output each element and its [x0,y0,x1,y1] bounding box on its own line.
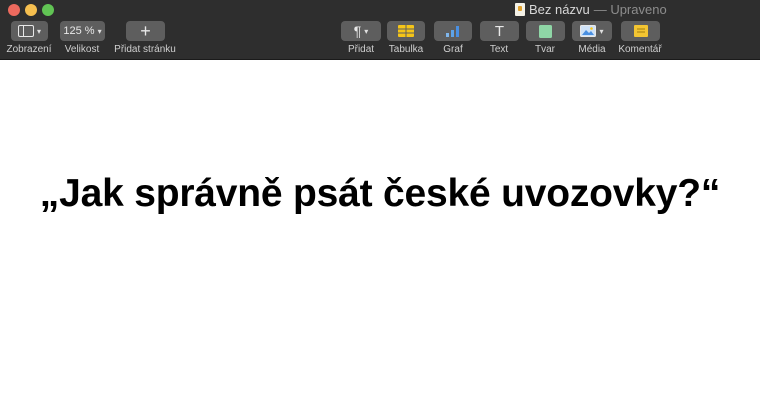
view-button[interactable]: ▾ [11,21,48,41]
bar-chart-icon [446,26,459,37]
document-name: Bez názvu [529,1,590,17]
comment-button[interactable] [621,21,660,41]
maximize-window-button[interactable] [42,4,54,16]
insert-button[interactable]: ¶ ▾ [341,21,381,41]
text-button[interactable]: T [480,21,519,41]
media-label: Média [578,44,606,55]
text-label: Text [489,44,509,55]
add-page-button[interactable]: + [126,21,165,41]
view-label: Zobrazení [6,44,52,55]
document-headline[interactable]: „Jak správně psát české uvozovky?“ [0,172,760,216]
document-status: — Upraveno [593,1,667,17]
zoom-value: 125 % [63,25,95,37]
table-button[interactable] [387,21,425,41]
plus-icon: + [140,20,151,41]
table-label: Tabulka [388,44,424,55]
zoom-select[interactable]: 125 % ▾ [60,21,105,41]
chart-button[interactable] [434,21,472,41]
zoom-label: Velikost [64,44,100,55]
close-window-button[interactable] [8,4,20,16]
comment-icon [633,25,648,37]
shape-square-icon [539,24,552,38]
chevron-down-icon: ▾ [36,26,41,36]
shape-label: Tvar [535,44,555,55]
chevron-down-icon: ▾ [364,26,369,36]
chart-label: Graf [443,44,463,55]
media-button[interactable]: ▾ [572,21,612,41]
shape-button[interactable] [526,21,565,41]
chevron-down-icon: ▾ [97,26,102,36]
minimize-window-button[interactable] [25,4,37,16]
insert-label: Přidat [347,44,375,55]
comment-label: Komentář [618,44,662,55]
toolbar: Bez názvu — Upraveno ▾ Zobrazení 125 % ▾… [0,0,760,60]
sidebar-view-icon [17,25,34,37]
photo-icon [580,25,597,37]
table-icon [398,25,414,37]
chevron-down-icon: ▾ [599,26,604,36]
document-canvas[interactable]: „Jak správně psát české uvozovky?“ [0,60,760,397]
text-icon: T [494,22,505,40]
add-page-label: Přidat stránku [114,44,176,55]
paragraph-icon: ¶ [353,23,362,39]
window-title: Bez názvu — Upraveno [515,1,667,17]
pages-document-icon [515,2,525,16]
